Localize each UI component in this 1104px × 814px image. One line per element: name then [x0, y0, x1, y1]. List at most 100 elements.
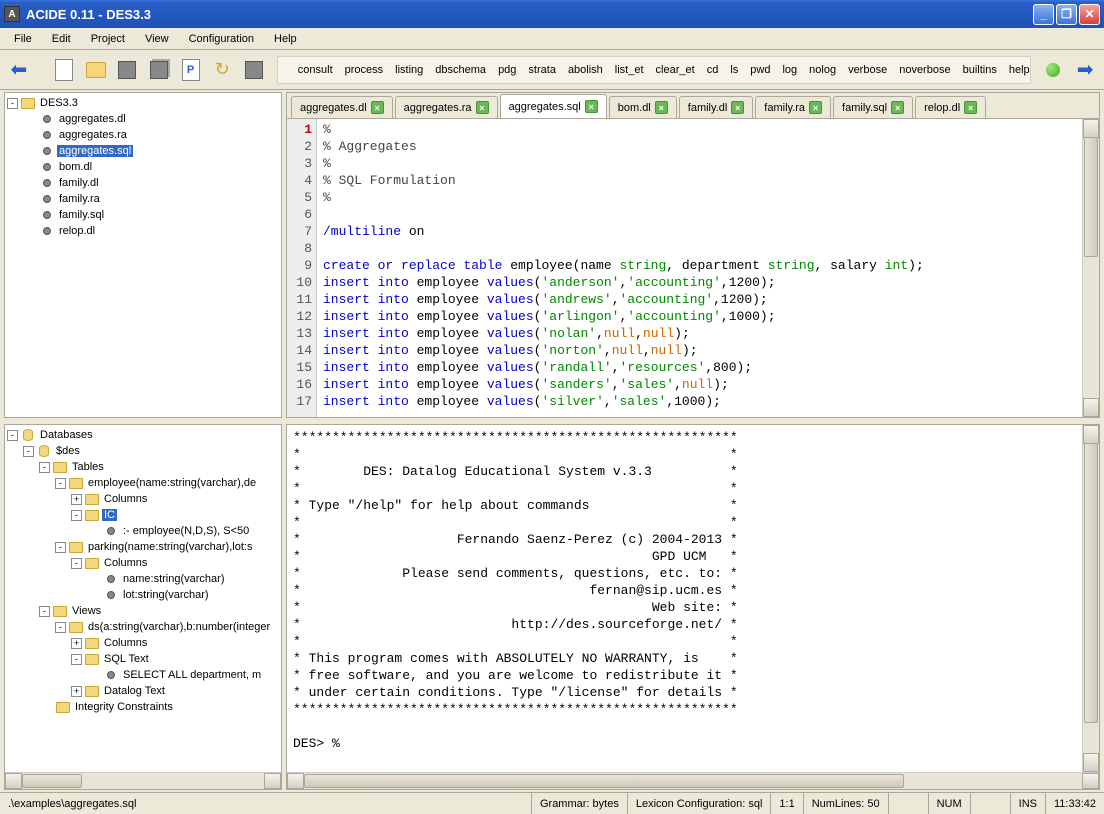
columns-folder[interactable]: -Columns [7, 555, 279, 571]
project-root[interactable]: -DES3.3 [7, 95, 279, 111]
cmd-noverbose[interactable]: noverbose [899, 64, 950, 76]
menu-file[interactable]: File [4, 31, 42, 47]
open-file-button[interactable] [83, 56, 109, 84]
run-button[interactable] [1041, 56, 1067, 84]
editor-panel: aggregates.dl×aggregates.ra×aggregates.s… [286, 92, 1100, 418]
cmd-clear_et[interactable]: clear_et [656, 64, 695, 76]
tab-bom-dl[interactable]: bom.dl× [609, 96, 677, 118]
cmd-consult[interactable]: consult [298, 64, 333, 76]
project-file[interactable]: relop.dl [7, 223, 279, 239]
cmd-strata[interactable]: strata [528, 64, 556, 76]
cmd-listing[interactable]: listing [395, 64, 423, 76]
cmd-help[interactable]: help [1009, 64, 1030, 76]
folder-open-icon [86, 62, 106, 78]
project-file[interactable]: bom.dl [7, 159, 279, 175]
menu-edit[interactable]: Edit [42, 31, 81, 47]
tab-close-icon[interactable]: × [476, 101, 489, 114]
cmd-builtins[interactable]: builtins [963, 64, 997, 76]
disk-icon [118, 61, 136, 79]
stop-icon [245, 61, 263, 79]
menu-help[interactable]: Help [264, 31, 307, 47]
console-output[interactable]: ****************************************… [287, 425, 1082, 772]
tab-close-icon[interactable]: × [809, 101, 822, 114]
column-item[interactable]: name:string(varchar) [7, 571, 279, 587]
console-vscrollbar[interactable] [1082, 425, 1099, 772]
tab-close-icon[interactable]: × [891, 101, 904, 114]
tab-label: relop.dl [924, 102, 960, 114]
new-file-button[interactable] [51, 56, 77, 84]
menu-view[interactable]: View [135, 31, 179, 47]
project-file[interactable]: aggregates.ra [7, 127, 279, 143]
dltext-folder[interactable]: +Datalog Text [7, 683, 279, 699]
status-num: NUM [928, 793, 970, 814]
cmd-list_et[interactable]: list_et [615, 64, 644, 76]
cmd-nolog[interactable]: nolog [809, 64, 836, 76]
code-editor[interactable]: % % Aggregates % % SQL Formulation % /mu… [317, 119, 1082, 417]
statusbar: .\examples\aggregates.sql Grammar: bytes… [0, 792, 1104, 814]
cmd-pwd[interactable]: pwd [750, 64, 770, 76]
project-file[interactable]: aggregates.dl [7, 111, 279, 127]
minimize-button[interactable]: _ [1033, 4, 1054, 25]
cmd-cd[interactable]: cd [707, 64, 719, 76]
db-node[interactable]: -$des [7, 443, 279, 459]
refresh-button[interactable]: ↻ [209, 56, 235, 84]
stop-button[interactable] [241, 56, 267, 84]
menu-project[interactable]: Project [81, 31, 135, 47]
column-item[interactable]: lot:string(varchar) [7, 587, 279, 603]
project-file[interactable]: family.ra [7, 191, 279, 207]
cmd-ls[interactable]: ls [730, 64, 738, 76]
project-tree[interactable]: -DES3.3aggregates.dlaggregates.raaggrega… [5, 93, 281, 417]
db-root[interactable]: -Databases [7, 427, 279, 443]
nav-forward-button[interactable]: ➡ [1072, 56, 1098, 84]
tab-close-icon[interactable]: × [731, 101, 744, 114]
integrity-constraints[interactable]: Integrity Constraints [7, 699, 279, 715]
project-file[interactable]: aggregates.sql [7, 143, 279, 159]
maximize-button[interactable]: ❐ [1056, 4, 1077, 25]
tab-aggregates-sql[interactable]: aggregates.sql× [500, 94, 607, 118]
command-bar: consult process listing dbschema pdg strata ab… [277, 56, 1031, 84]
ic-folder[interactable]: -IC [7, 507, 279, 523]
cmd-abolish[interactable]: abolish [568, 64, 603, 76]
cmd-pdg[interactable]: pdg [498, 64, 516, 76]
close-button[interactable]: ✕ [1079, 4, 1100, 25]
window-titlebar: A ACIDE 0.11 - DES3.3 _ ❐ ✕ [0, 0, 1104, 28]
project-button[interactable]: P [178, 56, 204, 84]
status-ins: INS [1010, 793, 1045, 814]
green-dot-icon [1046, 63, 1060, 77]
views-folder[interactable]: -Views [7, 603, 279, 619]
tab-family-ra[interactable]: family.ra× [755, 96, 831, 118]
tab-close-icon[interactable]: × [655, 101, 668, 114]
save-all-button[interactable] [146, 56, 172, 84]
sqltext-folder[interactable]: -SQL Text [7, 651, 279, 667]
menu-configuration[interactable]: Configuration [179, 31, 264, 47]
tab-aggregates-dl[interactable]: aggregates.dl× [291, 96, 393, 118]
cmd-log[interactable]: log [782, 64, 797, 76]
cmd-dbschema[interactable]: dbschema [435, 64, 486, 76]
database-tree[interactable]: -Databases-$des-Tables-employee(name:str… [5, 425, 281, 772]
sql-text[interactable]: SELECT ALL department, m [7, 667, 279, 683]
ic-rule[interactable]: :- employee(N,D,S), S<50 [7, 523, 279, 539]
project-file[interactable]: family.sql [7, 207, 279, 223]
dbtree-hscrollbar[interactable] [5, 772, 281, 789]
tab-family-sql[interactable]: family.sql× [833, 96, 913, 118]
tab-close-icon[interactable]: × [585, 100, 598, 113]
table-parking[interactable]: -parking(name:string(varchar),lot:s [7, 539, 279, 555]
project-file[interactable]: family.dl [7, 175, 279, 191]
view-ds[interactable]: -ds(a:string(varchar),b:number(integer [7, 619, 279, 635]
columns-folder[interactable]: +Columns [7, 635, 279, 651]
columns-folder[interactable]: +Columns [7, 491, 279, 507]
nav-back-button[interactable]: ⬅ [6, 56, 32, 84]
cmd-verbose[interactable]: verbose [848, 64, 887, 76]
tables-folder[interactable]: -Tables [7, 459, 279, 475]
table-employee[interactable]: -employee(name:string(varchar),de [7, 475, 279, 491]
tab-relop-dl[interactable]: relop.dl × [915, 96, 986, 118]
editor-vscrollbar[interactable] [1082, 119, 1099, 417]
tab-aggregates-ra[interactable]: aggregates.ra× [395, 96, 498, 118]
tab-close-icon[interactable]: × [371, 101, 384, 114]
tab-family-dl[interactable]: family.dl× [679, 96, 754, 118]
console-hscrollbar[interactable] [287, 772, 1099, 789]
console-panel: ****************************************… [286, 424, 1100, 790]
tab-close-icon[interactable]: × [964, 101, 977, 114]
cmd-process[interactable]: process [345, 64, 384, 76]
save-button[interactable] [114, 56, 140, 84]
